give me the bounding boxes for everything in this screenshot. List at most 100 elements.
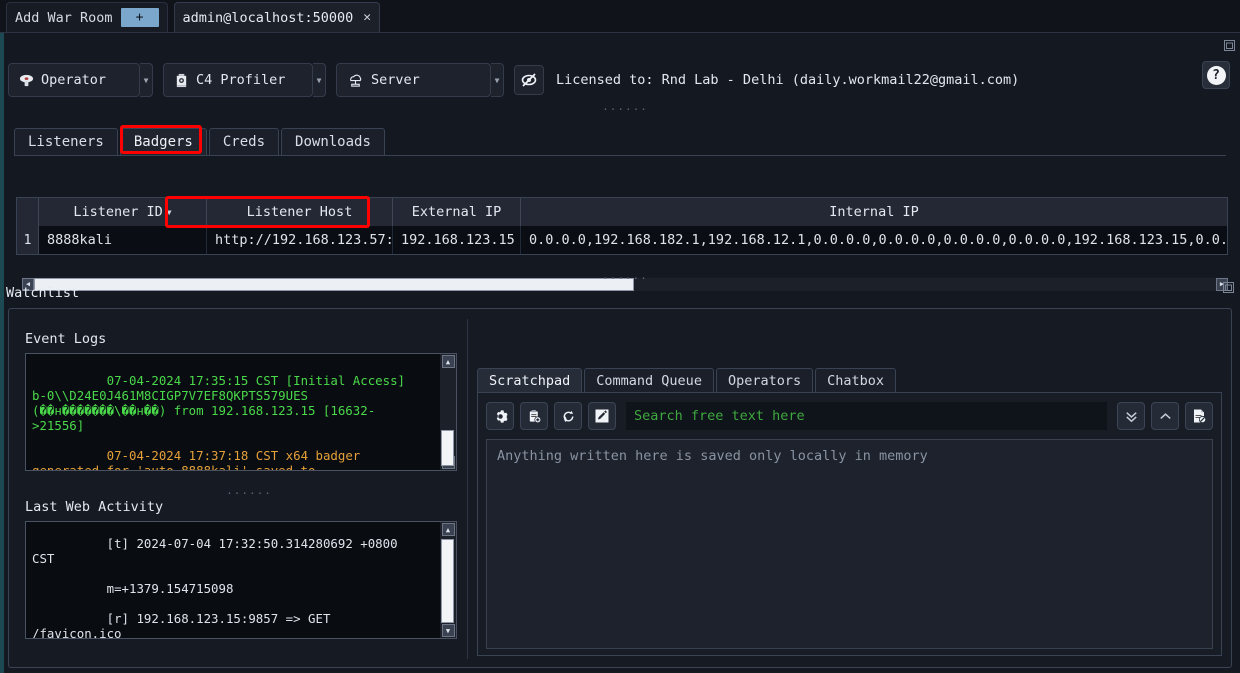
event-logs-title: Event Logs xyxy=(25,331,107,347)
web-activity-box[interactable]: [t] 2024-07-04 17:32:50.314280692 +0800 … xyxy=(25,521,457,639)
event-log-entry: 07-04-2024 17:35:15 CST [Initial Access]… xyxy=(32,373,413,433)
robot-icon xyxy=(174,73,189,88)
scroll-down-button[interactable]: ▼ xyxy=(441,624,455,637)
profiler-dropdown[interactable]: C4 Profiler xyxy=(163,63,313,97)
row-number-cell: 1 xyxy=(17,226,39,254)
tab-downloads-label: Downloads xyxy=(295,134,371,150)
tab-scratchpad[interactable]: Scratchpad xyxy=(477,368,583,392)
document-edit-icon xyxy=(1191,408,1207,424)
web-activity-scrollbar[interactable]: ▲ ▼ xyxy=(440,522,456,638)
watchlist-panel-area: Event Logs 07-04-2024 17:35:15 CST [Init… xyxy=(8,308,1232,668)
panel-splitter-mid[interactable]: ······ xyxy=(590,272,660,285)
settings-gear-button[interactable] xyxy=(486,402,514,430)
question-mark-icon: ? xyxy=(1206,65,1226,85)
tab-chatbox[interactable]: Chatbox xyxy=(815,368,897,392)
scrollbar-thumb[interactable] xyxy=(34,277,634,291)
scroll-up-button[interactable]: ▲ xyxy=(441,355,455,368)
event-logs-panel: Event Logs 07-04-2024 17:35:15 CST [Init… xyxy=(25,331,457,481)
scroll-to-top-button[interactable] xyxy=(1151,402,1179,430)
scratchpad-body: Search free text here Anything written h… xyxy=(477,393,1222,656)
refresh-button[interactable] xyxy=(554,402,582,430)
web-activity-line: m=+1379.154715098 xyxy=(106,581,234,596)
help-button[interactable]: ? xyxy=(1202,61,1230,89)
chevron-down-icon: ▼ xyxy=(316,75,322,85)
clipboard-add-icon xyxy=(527,409,542,424)
web-activity-line: [t] 2024-07-04 17:32:50.314280692 +0800 … xyxy=(32,536,406,566)
session-tab[interactable]: admin@localhost:50000 ✕ xyxy=(173,2,381,32)
operator-dropdown-arrow[interactable]: ▼ xyxy=(140,63,153,97)
sort-caret-icon: ▼ xyxy=(166,207,172,217)
scroll-up-button[interactable]: ▲ xyxy=(441,523,455,536)
tab-operators[interactable]: Operators xyxy=(715,368,814,392)
panel-splitter-top[interactable]: ······ xyxy=(590,103,660,116)
scroll-to-bottom-button[interactable] xyxy=(1117,402,1145,430)
clipboard-add-button[interactable] xyxy=(520,402,548,430)
tab-badgers-label: Badgers xyxy=(133,134,193,150)
cell-internal-ip[interactable]: 0.0.0.0,192.168.182.1,192.168.12.1,0.0.0… xyxy=(521,226,1227,254)
event-log-entry: 07-04-2024 17:37:18 CST x64 badger gener… xyxy=(32,448,361,471)
license-text: Licensed to: Rnd Lab - Delhi (daily.work… xyxy=(556,72,1020,88)
settings-gear-icon xyxy=(493,409,508,424)
cell-listener-host[interactable]: http://192.168.123.57:5555 xyxy=(207,226,393,254)
operator-dropdown[interactable]: Operator xyxy=(8,63,140,97)
tab-listeners-label: Listeners xyxy=(28,134,104,150)
operator-dropdown-label: Operator xyxy=(41,72,107,88)
visibility-toggle-button[interactable] xyxy=(514,65,544,95)
scratchpad-placeholder: Anything written here is saved only loca… xyxy=(497,448,928,464)
column-header-listener-id[interactable]: Listener ID ▼ xyxy=(39,198,207,226)
scrollbar-thumb[interactable] xyxy=(441,430,454,466)
scratchpad-panel: Scratchpad Command Queue Operators Chatb… xyxy=(477,367,1222,657)
tab-listeners[interactable]: Listeners xyxy=(14,128,118,155)
tab-creds-label: Creds xyxy=(222,134,266,150)
chevron-down-icon: ▼ xyxy=(494,75,500,85)
tab-badgers[interactable]: Badgers xyxy=(119,128,207,155)
chevrons-down-icon xyxy=(1123,408,1140,425)
tab-downloads[interactable]: Downloads xyxy=(281,128,385,155)
watchlist-detach-icon[interactable] xyxy=(1222,281,1235,294)
cell-external-ip[interactable]: 192.168.123.15 xyxy=(393,226,521,254)
badgers-table: Listener ID ▼ Listener Host External IP … xyxy=(16,197,1228,255)
close-icon[interactable]: ✕ xyxy=(361,10,371,25)
main-frame: Operator ▼ C4 Profiler ▼ Server ▼ Licens… xyxy=(0,32,1240,673)
add-war-room-tab[interactable]: Add War Room + xyxy=(6,2,168,32)
edit-pencil-button[interactable] xyxy=(588,402,616,430)
add-war-room-label: Add War Room xyxy=(15,9,113,26)
section-tabs: Listeners Badgers Creds Downloads xyxy=(14,126,1226,156)
scratchpad-tabs: Scratchpad Command Queue Operators Chatb… xyxy=(477,367,1222,393)
document-edit-button[interactable] xyxy=(1185,402,1213,430)
column-header-internal-ip[interactable]: Internal IP xyxy=(521,198,1227,226)
tab-command-queue[interactable]: Command Queue xyxy=(584,368,714,392)
event-logs-scrollbar[interactable]: ▲ ▼ xyxy=(440,354,456,470)
scratchpad-toolbar: Search free text here xyxy=(486,401,1213,431)
scrollbar-thumb[interactable] xyxy=(441,539,454,623)
server-dropdown-label: Server xyxy=(371,72,420,88)
session-tab-label: admin@localhost:50000 xyxy=(182,9,354,26)
column-header-external-ip[interactable]: External IP xyxy=(393,198,521,226)
chevron-up-icon xyxy=(1157,408,1174,425)
accent-stripe xyxy=(0,33,4,673)
web-activity-line: [r] 192.168.123.15:9857 => GET /favicon.… xyxy=(32,611,338,639)
cell-listener-id[interactable]: 8888kali xyxy=(39,226,207,254)
chevron-down-icon: ▼ xyxy=(143,75,149,85)
table-row[interactable]: 1 8888kali http://192.168.123.57:5555 19… xyxy=(17,226,1227,254)
profiler-dropdown-arrow[interactable]: ▼ xyxy=(313,63,326,97)
server-dropdown-arrow[interactable]: ▼ xyxy=(491,63,504,97)
mushroom-icon xyxy=(19,73,34,88)
tab-creds[interactable]: Creds xyxy=(208,128,280,155)
column-header-listener-host[interactable]: Listener Host xyxy=(207,198,393,226)
server-dropdown[interactable]: Server xyxy=(336,63,491,97)
edit-pencil-icon xyxy=(594,408,610,424)
watchlist-label: Watchlist xyxy=(6,285,80,301)
add-war-room-plus-button[interactable]: + xyxy=(120,8,159,27)
vertical-splitter[interactable] xyxy=(467,319,468,659)
main-toolbar: Operator ▼ C4 Profiler ▼ Server ▼ Licens… xyxy=(8,57,1232,103)
event-logs-box[interactable]: 07-04-2024 17:35:15 CST [Initial Access]… xyxy=(25,353,457,471)
search-input[interactable]: Search free text here xyxy=(626,402,1107,430)
window-tab-bar: Add War Room + admin@localhost:50000 ✕ xyxy=(0,0,1240,32)
detach-window-icon[interactable] xyxy=(1223,39,1236,52)
search-placeholder: Search free text here xyxy=(634,408,805,424)
table-header-row: Listener ID ▼ Listener Host External IP … xyxy=(17,198,1227,226)
web-activity-panel: Last Web Activity [t] 2024-07-04 17:32:5… xyxy=(25,499,457,639)
web-activity-title: Last Web Activity xyxy=(25,499,164,515)
scratchpad-textarea[interactable]: Anything written here is saved only loca… xyxy=(486,439,1213,649)
